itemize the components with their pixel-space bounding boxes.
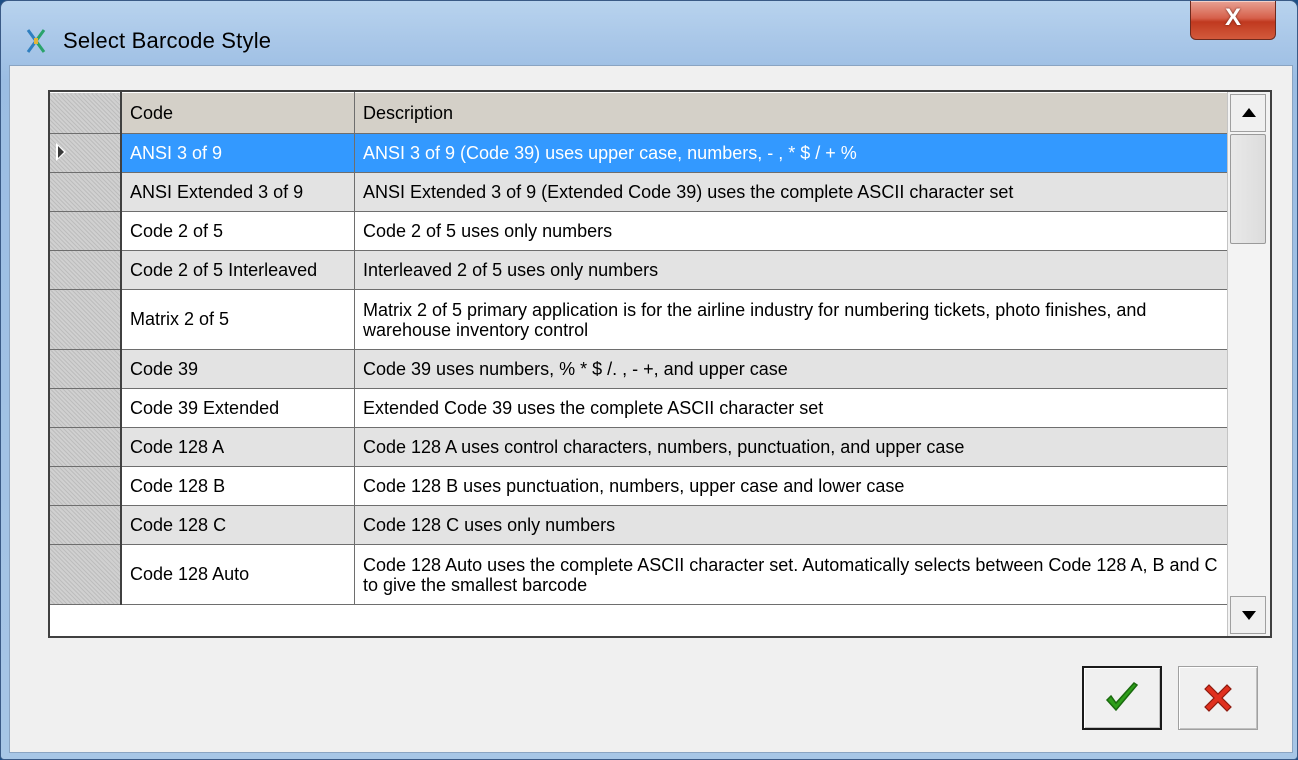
close-icon: X [1224,4,1241,31]
title-bar[interactable]: Select Barcode Style X [1,1,1297,71]
scroll-up-button[interactable] [1230,94,1266,132]
description-cell[interactable]: Extended Code 39 uses the complete ASCII… [354,388,1228,428]
header-row: Code Description [50,92,1228,134]
description-cell[interactable]: Code 39 uses numbers, % * $ /. , - +, an… [354,349,1228,389]
row-indicator[interactable] [50,250,122,290]
scroll-down-button[interactable] [1230,596,1266,634]
code-cell[interactable]: Code 128 Auto [121,544,355,605]
barcode-table: Code Description ANSI 3 of 9 ANSI 3 of 9 … [50,92,1228,605]
description-cell[interactable]: Code 128 B uses punctuation, numbers, up… [354,466,1228,506]
code-cell[interactable]: ANSI Extended 3 of 9 [121,172,355,212]
code-cell[interactable]: Code 128 B [121,466,355,506]
cancel-button[interactable] [1178,666,1258,730]
row-indicator[interactable] [50,289,122,350]
code-cell[interactable]: Code 128 C [121,505,355,545]
window-title: Select Barcode Style [63,28,272,53]
dialog-client-area: Code Description ANSI 3 of 9 ANSI 3 of 9 … [9,65,1293,753]
column-header-code[interactable]: Code [121,92,355,134]
row-indicator[interactable] [50,133,122,173]
column-header-description[interactable]: Description [354,92,1228,134]
description-cell[interactable]: Code 128 Auto uses the complete ASCII ch… [354,544,1228,605]
table-row[interactable]: ANSI 3 of 9 ANSI 3 of 9 (Code 39) uses up… [50,133,1228,173]
description-cell[interactable]: Interleaved 2 of 5 uses only numbers [354,250,1228,290]
code-cell[interactable]: Code 2 of 5 [121,211,355,251]
green-checkmark-icon [1105,682,1139,712]
table-row[interactable]: Code 2 of 5 Interleaved Interleaved 2 of … [50,250,1228,290]
table-row[interactable]: Code 39 Extended Extended Code 39 uses th… [50,388,1228,428]
table-row[interactable]: Code 128 Auto Code 128 Auto uses the comp… [50,544,1228,605]
table-row[interactable]: Matrix 2 of 5 Matrix 2 of 5 primary appli… [50,289,1228,350]
table-row[interactable]: Code 128 A Code 128 A uses control charac… [50,427,1228,467]
grid-body: ANSI 3 of 9 ANSI 3 of 9 (Code 39) uses up… [50,133,1228,605]
table-row[interactable]: Code 128 C Code 128 C uses only numbers [50,505,1228,545]
row-indicator[interactable] [50,172,122,212]
description-cell[interactable]: Code 128 A uses control characters, numb… [354,427,1228,467]
description-cell[interactable]: Code 128 C uses only numbers [354,505,1228,545]
row-indicator[interactable] [50,211,122,251]
description-cell[interactable]: Matrix 2 of 5 primary application is for… [354,289,1228,350]
close-button[interactable]: X [1190,1,1276,40]
row-indicator-header [50,92,122,134]
row-indicator[interactable] [50,505,122,545]
row-indicator[interactable] [50,544,122,605]
code-cell[interactable]: Code 2 of 5 Interleaved [121,250,355,290]
code-cell[interactable]: ANSI 3 of 9 [121,133,355,173]
barcode-app-icon [26,29,46,53]
table-row[interactable]: Code 128 B Code 128 B uses punctuation, n… [50,466,1228,506]
vertical-scrollbar[interactable] [1227,92,1270,636]
table-row[interactable]: Code 39 Code 39 uses numbers, % * $ /. , … [50,349,1228,389]
description-cell[interactable]: Code 2 of 5 uses only numbers [354,211,1228,251]
code-cell[interactable]: Code 128 A [121,427,355,467]
code-cell[interactable]: Code 39 [121,349,355,389]
current-row-pointer-icon [56,143,66,161]
dialog-window: Select Barcode Style X Code Description … [0,0,1298,760]
code-cell[interactable]: Matrix 2 of 5 [121,289,355,350]
row-indicator[interactable] [50,388,122,428]
table-row[interactable]: ANSI Extended 3 of 9 ANSI Extended 3 of 9… [50,172,1228,212]
description-cell[interactable]: ANSI 3 of 9 (Code 39) uses upper case, n… [354,133,1228,173]
barcode-style-grid[interactable]: Code Description ANSI 3 of 9 ANSI 3 of 9 … [48,90,1272,638]
arrow-down-icon [1242,611,1256,620]
row-indicator[interactable] [50,427,122,467]
red-x-icon [1204,684,1232,712]
row-indicator[interactable] [50,466,122,506]
description-cell[interactable]: ANSI Extended 3 of 9 (Extended Code 39) … [354,172,1228,212]
row-indicator[interactable] [50,349,122,389]
table-row[interactable]: Code 2 of 5 Code 2 of 5 uses only numbers [50,211,1228,251]
code-cell[interactable]: Code 39 Extended [121,388,355,428]
scroll-thumb[interactable] [1230,134,1266,244]
ok-button[interactable] [1082,666,1162,730]
arrow-up-icon [1242,108,1256,117]
